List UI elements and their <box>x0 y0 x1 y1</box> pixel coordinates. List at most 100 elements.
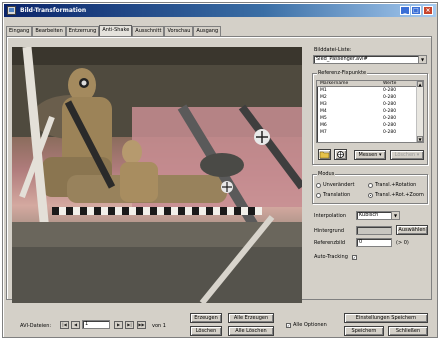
avi-files-label: AVI-Dateien: <box>20 323 52 329</box>
reference-range: (> 0) <box>396 240 409 246</box>
mode-translation-radio[interactable]: Translation <box>316 192 350 198</box>
marker-name: M1 <box>320 88 327 93</box>
marker-list-header: Markername Werte <box>317 81 416 87</box>
folder-icon <box>319 151 330 159</box>
background-label: Hintergrund <box>314 228 345 234</box>
all-delete-button[interactable]: Alle Löschen <box>228 326 274 336</box>
file-list-label: Bilddatei-Liste: <box>314 47 352 53</box>
tab-bearbeiten[interactable]: Bearbeiten <box>32 26 66 36</box>
app-icon <box>7 6 16 15</box>
radio-indicator <box>316 182 321 188</box>
file-select-value: Sled_Passenger.avi# <box>316 56 368 62</box>
close-button[interactable]: Schließen <box>388 326 428 336</box>
tab-ausschnitt[interactable]: Ausschnitt <box>132 26 165 36</box>
close-icon[interactable]: × <box>423 6 433 15</box>
video-preview[interactable] <box>12 47 302 303</box>
marker-value: 0-280 <box>383 102 397 107</box>
marker-tool-button[interactable] <box>334 149 347 160</box>
reference-input[interactable]: 0 <box>356 238 392 247</box>
marker-list-scrollbar[interactable]: ▲ ▼ <box>416 81 423 142</box>
marker-list[interactable]: Markername Werte M1 0-280 M2 0-280 M3 0-280… <box>316 80 424 143</box>
tab-eingang[interactable]: Eingang <box>6 26 33 36</box>
background-select-button[interactable]: Auswählen <box>396 225 428 235</box>
list-item[interactable]: M1 0-280 <box>317 88 416 94</box>
col-werte[interactable]: Werte <box>383 81 396 87</box>
frame-of-label: von 1 <box>152 323 166 329</box>
delete-button[interactable]: Löschen <box>190 326 222 336</box>
auto-tracking-checkbox[interactable]: Auto-Tracking ✓ <box>314 254 359 260</box>
mode-unchanged-radio[interactable]: Unverändert <box>316 182 354 188</box>
list-item[interactable]: M6 0-280 <box>317 123 416 129</box>
delete-marker-button[interactable]: Löschen ▾ <box>390 150 424 160</box>
all-create-button[interactable]: Alle Erzeugen <box>228 313 274 323</box>
measure-button[interactable]: Messen ▾ <box>354 150 386 160</box>
ref-points-title: Referenz-Fixpunkte <box>317 70 368 76</box>
tab-ausgang[interactable]: Ausgang <box>193 26 222 36</box>
mode-title: Modus <box>317 171 336 177</box>
marker-value: 0-280 <box>383 95 397 100</box>
maximize-icon[interactable]: □ <box>411 6 421 15</box>
radio-indicator <box>368 192 373 198</box>
first-frame-icon[interactable]: |◀ <box>60 321 69 329</box>
scroll-up-icon[interactable]: ▲ <box>417 81 423 87</box>
col-markername[interactable]: Markername <box>320 81 348 87</box>
frame-input[interactable]: 1 <box>82 320 110 329</box>
interpolation-select[interactable]: Kubisch ▼ <box>356 211 400 220</box>
tab-vorschau[interactable]: Vorschau <box>164 26 194 36</box>
checkbox-indicator: ✓ <box>351 254 357 260</box>
all-options-label: Alle Optionen <box>293 322 327 328</box>
list-item[interactable]: M7 0-280 <box>317 130 416 136</box>
interpolation-label: Interpolation <box>314 213 346 219</box>
mode-group: Modus <box>312 171 428 204</box>
marker-value: 0-280 <box>383 116 397 121</box>
background-color-field[interactable] <box>356 226 392 235</box>
marker-name: M5 <box>320 116 327 121</box>
marker-name: M7 <box>320 130 327 135</box>
crash-test-frame <box>12 47 302 303</box>
auto-tracking-label: Auto-Tracking <box>314 254 348 260</box>
marker-name: M4 <box>320 109 327 114</box>
marker-value: 0-280 <box>383 130 397 135</box>
marker-value: 0-280 <box>383 109 397 114</box>
tab-entzerrung[interactable]: Entzerrung <box>65 26 100 36</box>
minimize-icon[interactable]: _ <box>400 6 410 15</box>
checkbox-indicator: ✓ <box>286 322 291 328</box>
next-frame-icon[interactable]: ▶ <box>114 321 123 329</box>
save-button[interactable]: Speichern <box>344 326 384 336</box>
scroll-down-icon[interactable]: ▼ <box>417 136 423 142</box>
mode-unchanged-label: Unverändert <box>323 182 355 188</box>
radio-indicator <box>316 192 321 198</box>
create-button[interactable]: Erzeugen <box>190 313 222 323</box>
reference-label: Referenzbild <box>314 240 346 246</box>
list-item[interactable]: M5 0-280 <box>317 116 416 122</box>
chevron-down-icon: ▾ <box>416 152 420 158</box>
chevron-down-icon[interactable]: ▼ <box>391 212 399 219</box>
mode-transl-rot-radio[interactable]: Transl.+Rotation <box>368 182 416 188</box>
tab-bar: Eingang Bearbeiten Entzerrung Anti-Shake… <box>6 25 222 37</box>
radio-indicator <box>368 182 373 188</box>
marker-value: 0-280 <box>383 123 397 128</box>
window-title: Bild-Transformation <box>20 7 87 14</box>
marker-value: 0-280 <box>383 88 397 93</box>
list-item[interactable]: M3 0-280 <box>317 102 416 108</box>
save-settings-button[interactable]: Einstellungen Speichern <box>344 313 428 323</box>
chevron-down-icon[interactable]: ▼ <box>418 56 426 63</box>
mode-transl-rot-zoom-label: Transl.+Rot.+Zoom <box>375 192 424 198</box>
list-item[interactable]: M2 0-280 <box>317 95 416 101</box>
target-icon <box>337 151 344 158</box>
open-folder-button[interactable] <box>318 149 331 160</box>
prev-frame-icon[interactable]: ◀ <box>71 321 80 329</box>
marker-name: M2 <box>320 95 327 100</box>
marker-name: M3 <box>320 102 327 107</box>
all-options-checkbox[interactable]: ✓ Alle Optionen <box>286 322 327 328</box>
delete-marker-label: Löschen <box>394 152 416 158</box>
chevron-down-icon: ▾ <box>378 152 382 158</box>
play-icon[interactable]: ▶▶ <box>137 321 146 329</box>
mode-transl-rot-zoom-radio[interactable]: Transl.+Rot.+Zoom <box>368 192 424 198</box>
mode-translation-label: Translation <box>323 192 351 198</box>
title-bar: Bild-Transformation _ □ × <box>4 4 436 17</box>
mode-transl-rot-label: Transl.+Rotation <box>375 182 417 188</box>
file-select[interactable]: Sled_Passenger.avi# ▼ <box>313 55 427 64</box>
list-item[interactable]: M4 0-280 <box>317 109 416 115</box>
last-frame-icon[interactable]: ▶| <box>125 321 134 329</box>
